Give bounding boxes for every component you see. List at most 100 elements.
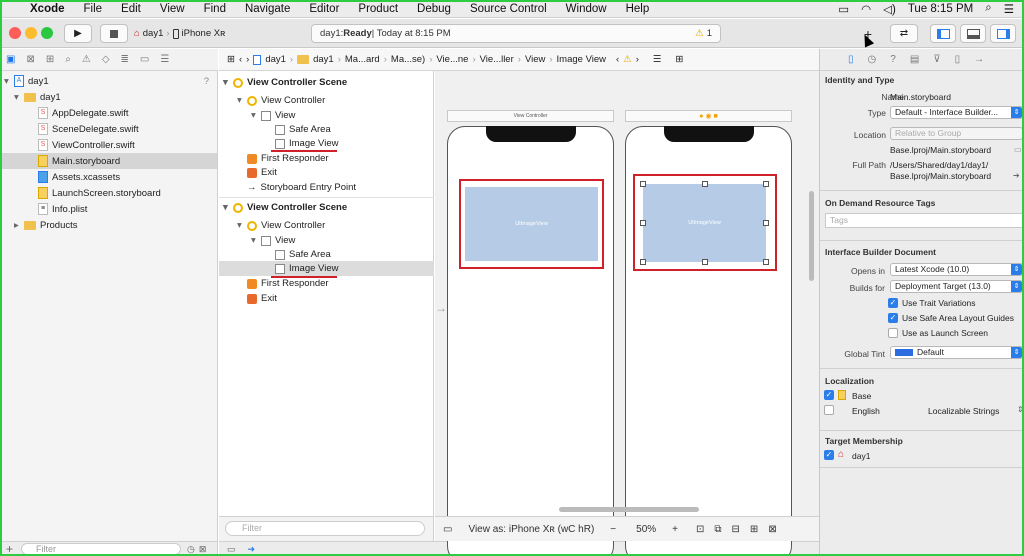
size-inspector-icon[interactable]: ▯ <box>955 54 961 65</box>
reveal-arrow-icon[interactable]: ➔ <box>1013 171 1020 180</box>
clock[interactable]: Tue 8:15 PM <box>908 3 973 15</box>
tree-row-file[interactable]: Assets.xcassets <box>0 169 217 185</box>
document-outline-toggle-icon[interactable]: ▭ <box>443 524 452 535</box>
toggle-inspector-button[interactable] <box>990 24 1016 43</box>
pin-icon[interactable]: ⊞ <box>750 524 758 535</box>
outline-row-scene[interactable]: ▾ View Controller Scene <box>219 75 434 90</box>
file-inspector-icon[interactable]: ▯ <box>848 54 854 65</box>
menu-window[interactable]: Window <box>566 3 607 15</box>
navigator-filter-input[interactable]: Filter <box>21 543 182 555</box>
close-window-button[interactable] <box>9 27 21 39</box>
wifi-icon[interactable]: ◠ <box>861 2 871 16</box>
symbol-navigator-icon[interactable]: ⊞ <box>46 54 54 65</box>
outline-row-first-responder[interactable]: First Responder <box>219 276 434 291</box>
menu-edit[interactable]: Edit <box>121 3 141 15</box>
outline-row-view-controller[interactable]: ▾ View Controller <box>219 218 434 233</box>
tree-row-folder[interactable]: ▸ Products <box>0 217 217 233</box>
resolve-issues-icon[interactable]: ⊠ <box>768 524 776 535</box>
menu-navigate[interactable]: Navigate <box>245 3 290 15</box>
cast-icon[interactable]: ▭ <box>838 2 849 16</box>
zoom-out-button[interactable]: − <box>610 524 616 535</box>
disclosure-icon[interactable]: ▾ <box>223 202 233 213</box>
connections-inspector-icon[interactable]: → <box>974 54 984 65</box>
jump-day1-folder[interactable]: day1 <box>313 54 334 65</box>
horizontal-scrollbar[interactable] <box>559 507 699 512</box>
tree-row-folder[interactable]: ▾ day1 <box>0 89 217 105</box>
issue-navigator-icon[interactable]: ⚠ <box>82 54 91 65</box>
embed-in-icon[interactable]: ⧉ <box>714 524 721 535</box>
menu-debug[interactable]: Debug <box>417 3 451 15</box>
opens-in-popup[interactable]: Latest Xcode (10.0) ⇕ <box>890 263 1023 276</box>
launch-screen-checkbox[interactable] <box>888 328 898 338</box>
jump-view[interactable]: View <box>525 54 545 65</box>
resize-handle[interactable] <box>640 259 646 265</box>
back-icon[interactable]: ‹ <box>239 54 242 65</box>
identity-inspector-icon[interactable]: ▤ <box>910 54 919 65</box>
type-popup[interactable]: Default - Interface Builder... ⇕ <box>890 106 1023 119</box>
quick-help-icon[interactable]: ? <box>890 54 896 65</box>
menu-app[interactable]: Xcode <box>30 3 65 15</box>
disclosure-icon[interactable]: ▾ <box>237 95 247 106</box>
localizable-strings-popup[interactable]: Localizable Strings <box>928 406 999 416</box>
zoom-level[interactable]: 50% <box>636 524 656 535</box>
resize-handle[interactable] <box>763 220 769 226</box>
location-popup[interactable]: Relative to Group <box>890 127 1023 140</box>
disclosure-icon[interactable]: ▾ <box>237 220 247 231</box>
outline-row-scene[interactable]: ▾ View Controller Scene <box>219 200 434 215</box>
search-icon[interactable]: ⌕ <box>985 2 991 15</box>
menu-editor[interactable]: Editor <box>309 3 339 15</box>
tree-row-file[interactable]: ≡ Info.plist <box>0 201 217 217</box>
menu-view[interactable]: View <box>160 3 185 15</box>
disclosure-icon[interactable]: ▾ <box>251 110 261 121</box>
global-tint-popup[interactable]: Default ⇕ <box>890 346 1023 359</box>
disclosure-icon[interactable]: ▾ <box>251 235 261 246</box>
disclosure-icon[interactable]: ▸ <box>14 220 24 231</box>
disclosure-icon[interactable]: ▾ <box>4 76 14 87</box>
folder-icon[interactable]: ▭ <box>1014 145 1022 154</box>
jump-main-base[interactable]: Ma...se) <box>391 54 425 65</box>
code-review-button[interactable]: ⇄ <box>890 24 918 43</box>
outline-row-safe-area[interactable]: Safe Area <box>219 247 434 262</box>
resize-handle[interactable] <box>763 181 769 187</box>
menu-file[interactable]: File <box>84 3 103 15</box>
outline-row-safe-area[interactable]: Safe Area <box>219 122 434 137</box>
storyboard-canvas[interactable]: → View Controller ● ◉ ■ UIImageView UIIm… <box>435 71 819 556</box>
editor-options-icon[interactable]: ☰ <box>653 54 662 65</box>
menu-product[interactable]: Product <box>358 3 398 15</box>
base-localization-checkbox[interactable]: ✓ <box>824 390 834 400</box>
tree-row-file[interactable]: S SceneDelegate.swift <box>0 121 217 137</box>
zoom-in-button[interactable]: + <box>672 524 678 535</box>
source-control-icon[interactable]: ⊠ <box>26 54 34 65</box>
outline-row-view[interactable]: ▾ View <box>219 108 434 123</box>
resize-handle[interactable] <box>640 220 646 226</box>
image-view-selected[interactable]: UIImageView <box>643 184 766 262</box>
outline-row-image-view[interactable]: Image View <box>219 136 434 151</box>
scene-dock[interactable]: View Controller <box>447 110 614 122</box>
scene-dock-selected[interactable]: ● ◉ ■ <box>625 110 792 122</box>
builds-for-popup[interactable]: Deployment Target (13.0) ⇕ <box>890 280 1023 293</box>
jump-view-controller[interactable]: Vie...ller <box>480 54 514 65</box>
outline-row-exit[interactable]: Exit <box>219 291 434 306</box>
outline-row-entry-point[interactable]: → Storyboard Entry Point <box>219 180 434 195</box>
outline-row-exit[interactable]: Exit <box>219 165 434 180</box>
breakpoints-toggle-icon[interactable]: ➜ <box>248 544 256 555</box>
jump-scene[interactable]: Vie...ne <box>436 54 468 65</box>
target-membership-checkbox[interactable]: ✓ <box>824 450 834 460</box>
prev-warning-icon[interactable]: ‹ <box>616 54 619 65</box>
jump-day1-project[interactable]: day1 <box>265 54 286 65</box>
forward-icon[interactable]: › <box>246 54 249 65</box>
tree-row-file-selected[interactable]: Main.storyboard <box>0 153 217 169</box>
outline-row-first-responder[interactable]: First Responder <box>219 151 434 166</box>
outline-row-view[interactable]: ▾ View <box>219 233 434 248</box>
next-warning-icon[interactable]: › <box>636 54 639 65</box>
use-trait-variations-checkbox[interactable]: ✓ <box>888 298 898 308</box>
test-navigator-icon[interactable]: ◇ <box>102 54 110 65</box>
toggle-navigator-button[interactable] <box>930 24 956 43</box>
menu-source-control[interactable]: Source Control <box>470 3 547 15</box>
resize-handle[interactable] <box>702 259 708 265</box>
device-name[interactable]: iPhone Xʀ <box>182 28 226 39</box>
toggle-debug-button[interactable] <box>960 24 986 43</box>
disclosure-icon[interactable]: ▾ <box>14 92 24 103</box>
scheme-selector[interactable]: ⌂ day1 › iPhone Xʀ <box>134 24 250 43</box>
find-navigator-icon[interactable]: ⌕ <box>65 54 71 65</box>
